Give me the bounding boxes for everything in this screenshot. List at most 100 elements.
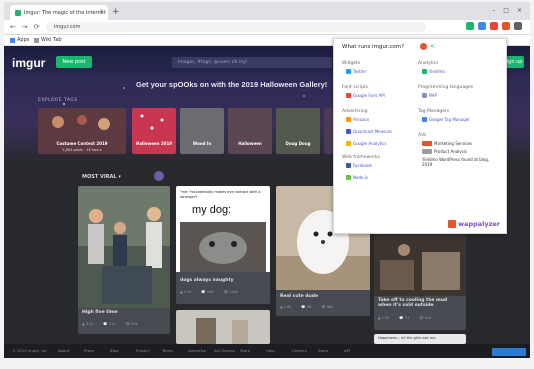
promo-item[interactable]: Yieldmo WordPress found at blog, 2019 xyxy=(422,157,496,167)
tag-card[interactable]: Halloween 2019 xyxy=(132,108,176,154)
tech-item[interactable]: Google Analytics xyxy=(346,141,387,146)
upvote-count[interactable]: ▲ 5.1k xyxy=(180,290,191,294)
footer-link[interactable]: Privacy xyxy=(136,348,150,353)
bookmark-apps[interactable]: Apps xyxy=(10,37,29,43)
footer-link[interactable]: Careers xyxy=(292,348,307,353)
tech-item[interactable]: Node.js xyxy=(346,175,368,180)
url-bar[interactable]: imgur.com xyxy=(46,22,426,32)
new-tab-button[interactable]: + xyxy=(112,7,120,17)
upvote-count[interactable]: ▲ 2.8k xyxy=(280,305,291,309)
comment-count[interactable]: 💬 96 xyxy=(301,305,311,309)
footer-link[interactable]: API xyxy=(344,348,350,353)
tag-label: Halloween xyxy=(238,141,262,146)
tech-item[interactable]: Quantcast Measure xyxy=(346,129,392,134)
imgur-logo[interactable]: imgur xyxy=(12,56,45,70)
maximize-icon[interactable]: □ xyxy=(503,7,509,14)
view-count: 👁 88k xyxy=(321,305,334,309)
tech-item[interactable]: Google Tag Manager xyxy=(422,117,470,122)
post-card[interactable]: Take off to cooling the mud when it's co… xyxy=(374,230,466,330)
explore-tags-label: EXPLORE TAGS xyxy=(38,98,78,103)
footer-link[interactable]: About xyxy=(58,348,69,353)
twitter-icon xyxy=(346,69,351,74)
tech-name: Google Analytics xyxy=(353,141,387,146)
tech-item[interactable]: Amazon xyxy=(346,117,369,122)
address-toolbar: ← → ⟳ imgur.com xyxy=(4,20,530,35)
footer-link[interactable]: Press xyxy=(84,348,94,353)
tab-close-icon[interactable]: × xyxy=(99,8,104,15)
tech-item[interactable]: Facebook xyxy=(346,163,372,168)
popup-header-icons: < xyxy=(420,43,435,50)
browser-extension-icon[interactable] xyxy=(478,22,486,30)
post-stats: ▲ 5.1k 💬 148 👁 120k xyxy=(180,290,238,294)
browser-tab[interactable]: Imgur: The magic of the Internet × xyxy=(10,5,108,20)
post-card[interactable]: High five time ▲ 3.2k 💬 212 👁 94k xyxy=(78,186,170,334)
feedback-button[interactable] xyxy=(492,348,526,356)
tech-item[interactable]: PHP xyxy=(422,93,437,98)
post-card[interactable]: Happiness... all the girls ask me xyxy=(374,334,466,344)
meme-dog-image xyxy=(180,222,266,272)
tech-item[interactable]: Yieldmo xyxy=(422,69,445,74)
sort-icon[interactable] xyxy=(154,171,164,181)
tech-item[interactable]: Google Font API xyxy=(346,93,385,98)
nodejs-icon xyxy=(346,175,351,180)
minimize-icon[interactable]: – xyxy=(492,7,495,14)
tag-label: Doug Doug xyxy=(285,141,311,146)
post-card[interactable]: "me: *accidentally makes eye contact wit… xyxy=(176,186,270,304)
comment-count[interactable]: 💬 148 xyxy=(201,290,213,294)
promo-item[interactable]: Marketing Services xyxy=(422,141,472,146)
promo-item[interactable]: Product Analysis xyxy=(422,149,467,154)
google-font-icon xyxy=(346,93,351,98)
wappalyzer-icon[interactable] xyxy=(420,43,427,50)
tag-count: 5,604 posts · 16 hours xyxy=(62,148,102,152)
tag-card[interactable]: Costume Contest 2019 5,604 posts · 16 ho… xyxy=(38,108,126,154)
comment-count[interactable]: 💬 74 xyxy=(399,316,409,320)
upvote-count[interactable]: ▲ 3.2k xyxy=(82,322,93,326)
category-label: Font scripts xyxy=(342,85,369,90)
close-window-icon[interactable]: × xyxy=(517,7,522,14)
post-card[interactable] xyxy=(176,310,270,344)
footer-link[interactable]: Advertise xyxy=(188,348,206,353)
tech-name: Google Font API xyxy=(353,93,385,98)
post-caption: Happiness... all the girls ask me xyxy=(378,336,436,340)
browser-extension-icon[interactable] xyxy=(490,22,498,30)
bookmark-label: Wiki Tab xyxy=(41,37,62,43)
view-count: 👁 94k xyxy=(125,322,138,326)
new-post-button[interactable]: New post xyxy=(56,56,92,68)
promo-text: Marketing Services xyxy=(434,141,473,146)
post-caption: High five time xyxy=(82,310,118,315)
back-icon[interactable]: ← xyxy=(10,23,16,31)
tag-card[interactable]: Wood In xyxy=(180,108,224,154)
most-viral-dropdown[interactable]: MOST VIRAL ▾ xyxy=(82,174,121,180)
wappalyzer-logo[interactable]: wappalyzer xyxy=(448,220,500,228)
tag-card[interactable]: Doug Doug xyxy=(276,108,320,154)
tag-card[interactable]: Halloween xyxy=(228,108,272,154)
view-count: 👁 61k xyxy=(419,316,432,320)
tech-name: PHP xyxy=(429,93,437,98)
share-icon[interactable]: < xyxy=(430,43,435,50)
search-input[interactable]: Images, #tags, @users oh my! xyxy=(172,57,332,68)
footer-link[interactable]: Ad Choices xyxy=(214,348,235,353)
browser-extension-icon[interactable] xyxy=(502,22,510,30)
banner-title[interactable]: Get your spOOks on with the 2019 Hallowe… xyxy=(136,80,327,89)
bookmark-wiki-tab[interactable]: Wiki Tab xyxy=(34,37,62,43)
reload-icon[interactable]: ⟳ xyxy=(34,23,40,31)
footer-link[interactable]: Help xyxy=(266,348,275,353)
comment-count[interactable]: 💬 212 xyxy=(103,322,115,326)
category-label: Advertising xyxy=(342,109,368,114)
footer-link[interactable]: Blog xyxy=(110,348,118,353)
forward-icon[interactable]: → xyxy=(22,23,28,31)
category-label: Programming languages xyxy=(418,85,474,90)
footer-link[interactable]: Terms xyxy=(162,348,173,353)
browser-extension-icon[interactable] xyxy=(466,22,474,30)
browser-extension-icon[interactable] xyxy=(514,22,522,30)
post-image: "me: *accidentally makes eye contact wit… xyxy=(176,186,270,272)
upvote-count[interactable]: ▲ 1.9k xyxy=(378,316,389,320)
window-controls: – □ × xyxy=(492,7,522,14)
popup-title: What runs imgur.com? xyxy=(342,44,405,50)
tag-thumbnail xyxy=(140,114,164,130)
tech-item[interactable]: Twitter xyxy=(346,69,366,74)
footer-link[interactable]: Store xyxy=(318,348,328,353)
category-label: Tag Managers xyxy=(418,109,450,114)
footer-link[interactable]: Store xyxy=(240,348,250,353)
post-caption: Take off to cooling the mud when it's co… xyxy=(378,298,448,308)
